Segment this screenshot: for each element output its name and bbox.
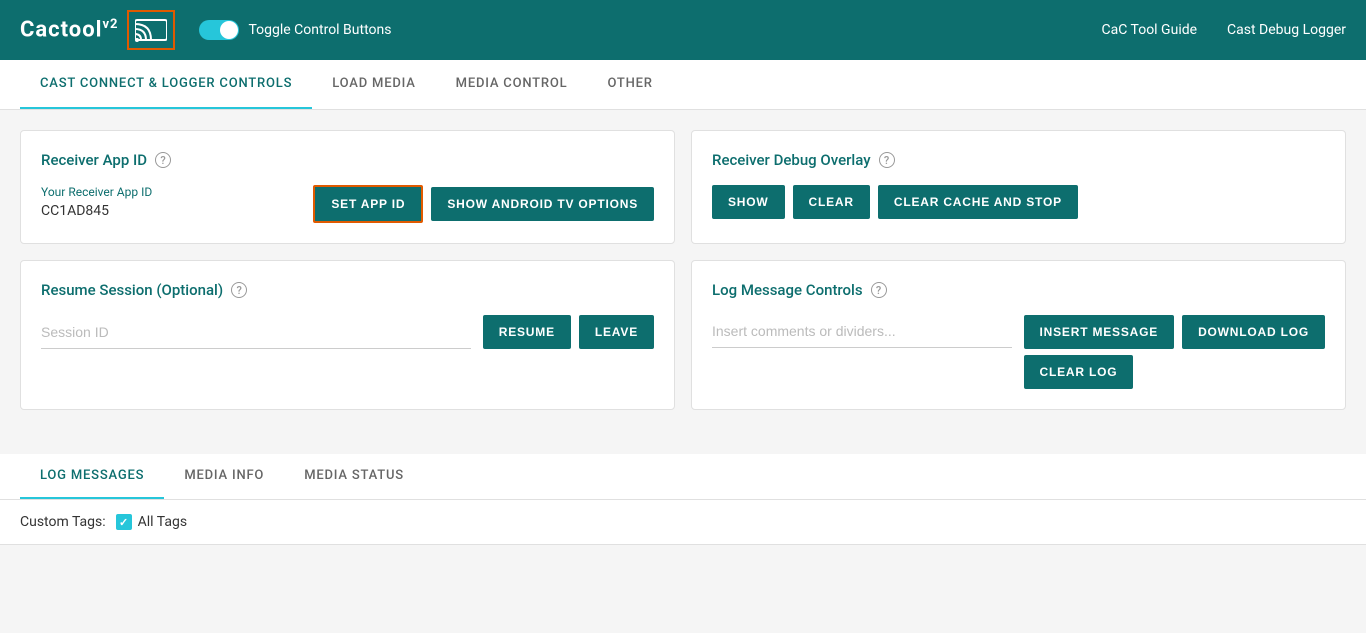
all-tags-checkbox-label: All Tags	[138, 514, 187, 530]
receiver-app-id-title: Receiver App ID ?	[41, 151, 654, 169]
receiver-app-id-title-text: Receiver App ID	[41, 151, 147, 169]
clear-button[interactable]: CLEAR	[793, 185, 870, 219]
custom-tags-bar: Custom Tags: All Tags	[0, 500, 1366, 545]
tab-other[interactable]: OTHER	[587, 60, 672, 109]
tab-media-control[interactable]: MEDIA CONTROL	[436, 60, 588, 109]
cac-tool-guide-link[interactable]: CaC Tool Guide	[1102, 22, 1198, 38]
log-comment-input[interactable]	[712, 315, 1012, 348]
main-content: Receiver App ID ? Your Receiver App ID C…	[0, 110, 1366, 446]
log-message-controls-title-text: Log Message Controls	[712, 281, 863, 299]
session-section: RESUME LEAVE	[41, 315, 654, 349]
tab-media-info[interactable]: MEDIA INFO	[164, 454, 284, 499]
resume-button[interactable]: RESUME	[483, 315, 571, 349]
header: Cactoolv2 Toggle Control Buttons CaC Too…	[0, 0, 1366, 60]
header-nav: CaC Tool Guide Cast Debug Logger	[1102, 22, 1347, 38]
toggle-section: Toggle Control Buttons	[199, 20, 392, 40]
cast-icon-wrapper[interactable]	[127, 10, 175, 50]
toggle-label: Toggle Control Buttons	[249, 22, 392, 38]
resume-session-title-text: Resume Session (Optional)	[41, 281, 223, 299]
bottom-tabs-bar: LOG MESSAGES MEDIA INFO MEDIA STATUS	[0, 454, 1366, 500]
toggle-control-buttons[interactable]	[199, 20, 239, 40]
logo-name: Cactool	[20, 18, 102, 43]
log-section: INSERT MESSAGE DOWNLOAD LOG CLEAR LOG	[712, 315, 1325, 389]
bottom-cards-row: Resume Session (Optional) ? RESUME LEAVE…	[20, 260, 1346, 410]
tab-load-media[interactable]: LOAD MEDIA	[312, 60, 435, 109]
receiver-debug-overlay-card: Receiver Debug Overlay ? SHOW CLEAR CLEA…	[691, 130, 1346, 244]
cast-debug-logger-link[interactable]: Cast Debug Logger	[1227, 22, 1346, 38]
receiver-debug-overlay-title-text: Receiver Debug Overlay	[712, 151, 871, 169]
clear-cache-stop-button[interactable]: CLEAR CACHE AND STOP	[878, 185, 1078, 219]
log-btn-row-2: CLEAR LOG	[1024, 355, 1134, 389]
app-id-btn-group: SET APP ID SHOW ANDROID TV OPTIONS	[313, 185, 654, 223]
leave-button[interactable]: LEAVE	[579, 315, 654, 349]
set-app-id-button[interactable]: SET APP ID	[313, 185, 423, 223]
all-tags-checkbox-icon	[116, 514, 132, 530]
main-tabs-bar: CAST CONNECT & LOGGER CONTROLS LOAD MEDI…	[0, 60, 1366, 110]
debug-btn-group: SHOW CLEAR CLEAR CACHE AND STOP	[712, 185, 1325, 219]
show-android-tv-button[interactable]: SHOW ANDROID TV OPTIONS	[431, 187, 654, 221]
log-message-controls-help-icon[interactable]: ?	[871, 282, 887, 298]
session-id-input[interactable]	[41, 316, 471, 349]
log-btn-row-1: INSERT MESSAGE DOWNLOAD LOG	[1024, 315, 1325, 349]
receiver-app-id-help-icon[interactable]: ?	[155, 152, 171, 168]
receiver-app-id-card: Receiver App ID ? Your Receiver App ID C…	[20, 130, 675, 244]
receiver-debug-overlay-title: Receiver Debug Overlay ?	[712, 151, 1325, 169]
clear-log-button[interactable]: CLEAR LOG	[1024, 355, 1134, 389]
log-btn-group: INSERT MESSAGE DOWNLOAD LOG CLEAR LOG	[1024, 315, 1325, 389]
resume-session-card: Resume Session (Optional) ? RESUME LEAVE	[20, 260, 675, 410]
show-button[interactable]: SHOW	[712, 185, 785, 219]
app-id-input-label: Your Receiver App ID	[41, 185, 301, 199]
app-id-section: Your Receiver App ID CC1AD845 SET APP ID…	[41, 185, 654, 223]
all-tags-checkbox[interactable]: All Tags	[116, 514, 187, 530]
top-cards-row: Receiver App ID ? Your Receiver App ID C…	[20, 130, 1346, 244]
app-id-input-section: Your Receiver App ID CC1AD845	[41, 185, 301, 219]
log-message-controls-card: Log Message Controls ? INSERT MESSAGE DO…	[691, 260, 1346, 410]
insert-message-button[interactable]: INSERT MESSAGE	[1024, 315, 1175, 349]
logo-version: v2	[102, 17, 118, 32]
tab-media-status[interactable]: MEDIA STATUS	[284, 454, 424, 499]
app-id-value: CC1AD845	[41, 203, 301, 219]
tab-cast-connect[interactable]: CAST CONNECT & LOGGER CONTROLS	[20, 60, 312, 109]
custom-tags-label: Custom Tags:	[20, 514, 106, 530]
resume-session-title: Resume Session (Optional) ?	[41, 281, 654, 299]
session-btn-group: RESUME LEAVE	[483, 315, 654, 349]
cast-icon	[135, 16, 167, 44]
logo: Cactoolv2	[20, 10, 175, 50]
tab-log-messages[interactable]: LOG MESSAGES	[20, 454, 164, 499]
logo-text: Cactoolv2	[20, 17, 119, 42]
resume-session-help-icon[interactable]: ?	[231, 282, 247, 298]
receiver-debug-overlay-help-icon[interactable]: ?	[879, 152, 895, 168]
download-log-button[interactable]: DOWNLOAD LOG	[1182, 315, 1325, 349]
log-message-controls-title: Log Message Controls ?	[712, 281, 1325, 299]
